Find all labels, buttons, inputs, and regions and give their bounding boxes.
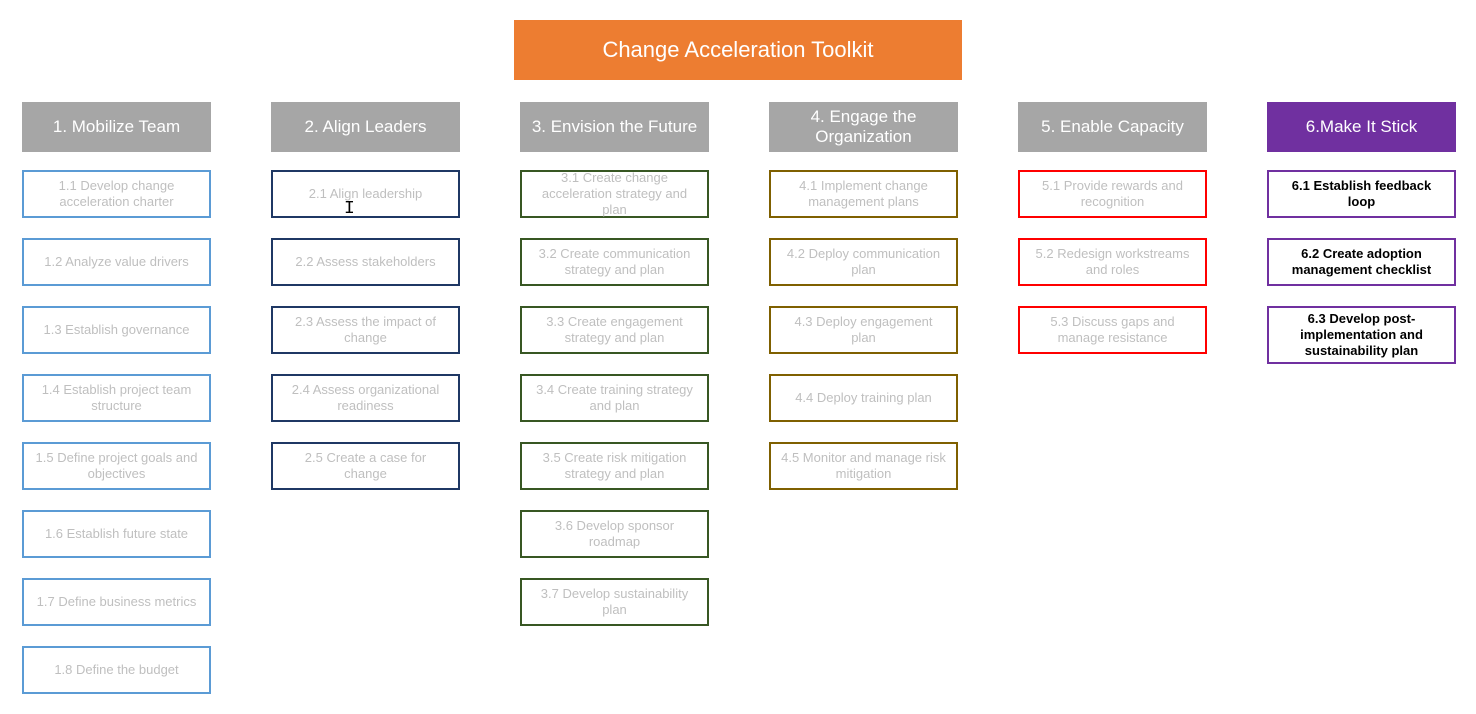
toolkit-item: 2.2 Assess stakeholders — [271, 238, 460, 286]
main-title: Change Acceleration Toolkit — [514, 20, 962, 80]
column-header: 4. Engage the Organization — [769, 102, 958, 152]
toolkit-item: 1.1 Develop change acceleration charter — [22, 170, 211, 218]
toolkit-item: 4.3 Deploy engagement plan — [769, 306, 958, 354]
toolkit-item: 3.3 Create engagement strategy and plan — [520, 306, 709, 354]
column-header: 6.Make It Stick — [1267, 102, 1456, 152]
column-header: 1. Mobilize Team — [22, 102, 211, 152]
toolkit-item: 1.8 Define the budget — [22, 646, 211, 694]
toolkit-item: 3.4 Create training strategy and plan — [520, 374, 709, 422]
column-header: 2. Align Leaders — [271, 102, 460, 152]
toolkit-item: 5.2 Redesign workstreams and roles — [1018, 238, 1207, 286]
toolkit-item: 4.2 Deploy communication plan — [769, 238, 958, 286]
toolkit-item: 3.2 Create communication strategy and pl… — [520, 238, 709, 286]
toolkit-item: 1.5 Define project goals and objectives — [22, 442, 211, 490]
toolkit-item: 1.3 Establish governance — [22, 306, 211, 354]
toolkit-item: 1.4 Establish project team structure — [22, 374, 211, 422]
toolkit-item: 4.4 Deploy training plan — [769, 374, 958, 422]
toolkit-item: 2.1 Align leadership — [271, 170, 460, 218]
column: 4. Engage the Organization 4.1 Implement … — [769, 102, 958, 714]
toolkit-item: 5.1 Provide rewards and recognition — [1018, 170, 1207, 218]
column: 6.Make It Stick 6.1 Establish feedback lo… — [1267, 102, 1456, 714]
column: 1. Mobilize Team 1.1 Develop change accel… — [22, 102, 211, 714]
toolkit-item: 1.6 Establish future state — [22, 510, 211, 558]
toolkit-item: 4.5 Monitor and manage risk mitigation — [769, 442, 958, 490]
column-header: 5. Enable Capacity — [1018, 102, 1207, 152]
column: 5. Enable Capacity 5.1 Provide rewards an… — [1018, 102, 1207, 714]
toolkit-item: 1.2 Analyze value drivers — [22, 238, 211, 286]
column: 3. Envision the Future 3.1 Create change … — [520, 102, 709, 714]
toolkit-item: 2.4 Assess organizational readiness — [271, 374, 460, 422]
column: 2. Align Leaders 2.1 Align leadership 2.2 … — [271, 102, 460, 714]
toolkit-item: 2.5 Create a case for change — [271, 442, 460, 490]
columns-container: 1. Mobilize Team 1.1 Develop change accel… — [20, 102, 1456, 714]
toolkit-item: 3.7 Develop sustainability plan — [520, 578, 709, 626]
toolkit-item: 5.3 Discuss gaps and manage resistance — [1018, 306, 1207, 354]
toolkit-item: 4.1 Implement change management plans — [769, 170, 958, 218]
toolkit-item: 6.3 Develop post-implementation and sust… — [1267, 306, 1456, 364]
column-header: 3. Envision the Future — [520, 102, 709, 152]
toolkit-item: 6.2 Create adoption management checklist — [1267, 238, 1456, 286]
toolkit-item: 2.3 Assess the impact of change — [271, 306, 460, 354]
toolkit-item: 1.7 Define business metrics — [22, 578, 211, 626]
toolkit-item: 3.6 Develop sponsor roadmap — [520, 510, 709, 558]
toolkit-item: 3.5 Create risk mitigation strategy and … — [520, 442, 709, 490]
toolkit-item: 6.1 Establish feedback loop — [1267, 170, 1456, 218]
toolkit-item: 3.1 Create change acceleration strategy … — [520, 170, 709, 218]
